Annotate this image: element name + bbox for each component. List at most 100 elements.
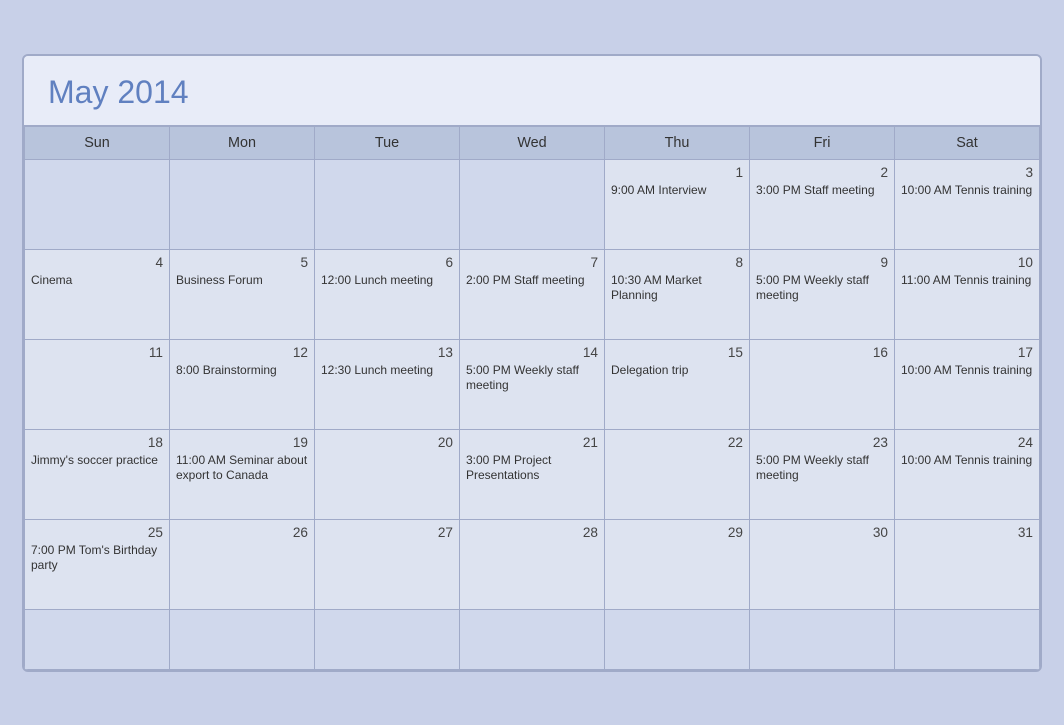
day-cell <box>170 160 315 250</box>
day-cell: 20 <box>315 430 460 520</box>
day-number: 29 <box>611 525 743 540</box>
day-cell: 7 2:00 PM Staff meeting <box>460 250 605 340</box>
day-header-thu: Thu <box>605 127 750 160</box>
event-text: Jimmy's soccer practice <box>31 453 163 469</box>
event-text: 10:00 AM Tennis training <box>901 453 1033 469</box>
day-cell: 17 10:00 AM Tennis training <box>895 340 1040 430</box>
day-cell <box>25 160 170 250</box>
day-number: 1 <box>611 165 743 180</box>
calendar-title-bar: May 2014 <box>24 56 1040 127</box>
event-text: 11:00 AM Seminar about export to Canada <box>176 453 308 484</box>
day-number: 12 <box>176 345 308 360</box>
event-text: 5:00 PM Weekly staff meeting <box>466 363 598 394</box>
day-number: 11 <box>31 345 163 360</box>
day-number: 15 <box>611 345 743 360</box>
day-cell: 31 <box>895 520 1040 610</box>
day-cell <box>315 160 460 250</box>
day-cell: 4 Cinema <box>25 250 170 340</box>
day-number: 13 <box>321 345 453 360</box>
day-cell: 28 <box>460 520 605 610</box>
day-number: 30 <box>756 525 888 540</box>
day-number: 2 <box>756 165 888 180</box>
day-cell: 27 <box>315 520 460 610</box>
day-number: 22 <box>611 435 743 450</box>
day-cell: 16 <box>750 340 895 430</box>
day-number: 17 <box>901 345 1033 360</box>
event-text: 10:00 AM Tennis training <box>901 183 1033 199</box>
day-header-mon: Mon <box>170 127 315 160</box>
day-number: 14 <box>466 345 598 360</box>
day-cell: 1 9:00 AM Interview <box>605 160 750 250</box>
day-cell <box>605 610 750 670</box>
day-cell: 24 10:00 AM Tennis training <box>895 430 1040 520</box>
day-cell: 26 <box>170 520 315 610</box>
day-cell: 30 <box>750 520 895 610</box>
day-cell: 29 <box>605 520 750 610</box>
day-cell <box>895 610 1040 670</box>
day-cell: 11 <box>25 340 170 430</box>
day-number: 10 <box>901 255 1033 270</box>
day-number: 4 <box>31 255 163 270</box>
event-text: 8:00 Brainstorming <box>176 363 308 379</box>
day-number: 20 <box>321 435 453 450</box>
day-number: 27 <box>321 525 453 540</box>
calendar-container: May 2014 SunMonTueWedThuFriSat19:00 AM I… <box>22 54 1042 672</box>
day-cell <box>170 610 315 670</box>
event-text: 12:30 Lunch meeting <box>321 363 453 379</box>
event-text: 10:00 AM Tennis training <box>901 363 1033 379</box>
day-cell: 25 7:00 PM Tom's Birthday party <box>25 520 170 610</box>
day-header-fri: Fri <box>750 127 895 160</box>
event-text: 5:00 PM Weekly staff meeting <box>756 273 888 304</box>
day-cell: 3 10:00 AM Tennis training <box>895 160 1040 250</box>
day-number: 28 <box>466 525 598 540</box>
event-text: 2:00 PM Staff meeting <box>466 273 598 289</box>
day-number: 7 <box>466 255 598 270</box>
event-text: 10:30 AM Market Planning <box>611 273 743 304</box>
day-number: 19 <box>176 435 308 450</box>
day-number: 5 <box>176 255 308 270</box>
event-text: 5:00 PM Weekly staff meeting <box>756 453 888 484</box>
day-cell <box>460 160 605 250</box>
day-cell: 23 5:00 PM Weekly staff meeting <box>750 430 895 520</box>
event-text: Cinema <box>31 273 163 289</box>
event-text: Delegation trip <box>611 363 743 379</box>
day-number: 6 <box>321 255 453 270</box>
day-cell: 9 5:00 PM Weekly staff meeting <box>750 250 895 340</box>
day-header-sun: Sun <box>25 127 170 160</box>
calendar-title: May 2014 <box>48 74 1016 111</box>
day-cell: 8 10:30 AM Market Planning <box>605 250 750 340</box>
day-cell: 15 Delegation trip <box>605 340 750 430</box>
day-number: 24 <box>901 435 1033 450</box>
day-number: 9 <box>756 255 888 270</box>
day-cell: 12 8:00 Brainstorming <box>170 340 315 430</box>
day-number: 3 <box>901 165 1033 180</box>
day-cell: 2 3:00 PM Staff meeting <box>750 160 895 250</box>
day-cell: 18 Jimmy's soccer practice <box>25 430 170 520</box>
calendar-grid: SunMonTueWedThuFriSat19:00 AM Interview2… <box>24 127 1040 670</box>
day-cell: 19 11:00 AM Seminar about export to Canad… <box>170 430 315 520</box>
day-number: 8 <box>611 255 743 270</box>
day-number: 23 <box>756 435 888 450</box>
event-text: 7:00 PM Tom's Birthday party <box>31 543 163 574</box>
day-header-sat: Sat <box>895 127 1040 160</box>
day-number: 16 <box>756 345 888 360</box>
event-text: 3:00 PM Project Presentations <box>466 453 598 484</box>
day-cell: 13 12:30 Lunch meeting <box>315 340 460 430</box>
event-text: 11:00 AM Tennis training <box>901 273 1033 289</box>
day-header-tue: Tue <box>315 127 460 160</box>
event-text: 9:00 AM Interview <box>611 183 743 199</box>
day-number: 21 <box>466 435 598 450</box>
day-number: 26 <box>176 525 308 540</box>
event-text: 12:00 Lunch meeting <box>321 273 453 289</box>
day-number: 31 <box>901 525 1033 540</box>
day-cell <box>750 610 895 670</box>
event-text: 3:00 PM Staff meeting <box>756 183 888 199</box>
day-cell: 21 3:00 PM Project Presentations <box>460 430 605 520</box>
day-cell: 22 <box>605 430 750 520</box>
day-cell: 6 12:00 Lunch meeting <box>315 250 460 340</box>
day-number: 25 <box>31 525 163 540</box>
day-cell <box>460 610 605 670</box>
day-number: 18 <box>31 435 163 450</box>
day-cell: 10 11:00 AM Tennis training <box>895 250 1040 340</box>
day-cell: 5Business Forum <box>170 250 315 340</box>
